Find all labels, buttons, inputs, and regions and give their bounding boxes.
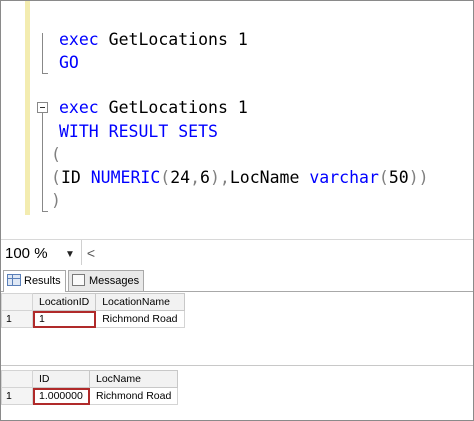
table-row: 1 1 Richmond Road [1,310,185,328]
code-token: ( [51,145,61,164]
code-token: ), [209,168,230,187]
grid1-col-header[interactable]: LocationID [31,293,97,311]
code-token: exec [59,30,99,49]
fold-guide-1 [42,33,43,73]
code-token: exec [59,98,99,117]
table-cell[interactable]: Richmond Road [95,310,185,328]
code-token: 50 [388,168,409,187]
grid2-col-header[interactable]: ID [32,370,90,388]
code-line[interactable]: ( [51,144,61,166]
table-cell[interactable]: Richmond Road [88,387,179,405]
scroll-left-button[interactable]: < [81,240,100,266]
code-token: , [190,168,201,187]
grid2-header-row: ID LocName [1,370,179,388]
grid-separator [1,365,473,366]
code-line[interactable]: exec GetLocations 1 [59,29,248,51]
code-token: varchar [309,168,379,187]
code-token: ( [51,168,61,187]
code-line[interactable]: (ID NUMERIC(24,6),LocName varchar(50)) [51,167,429,189]
tab-results[interactable]: Results [3,270,66,292]
code-token: ) [51,191,61,210]
query-editor[interactable]: exec GetLocations 1 GO exec GetLocations 1… [1,1,473,239]
table-cell-highlighted[interactable]: 1 [31,310,97,328]
code-token: 6 [200,168,210,187]
result-grid-2[interactable]: ID LocName 1 1.000000 Richmond Road [1,370,473,418]
code-line[interactable]: GO [59,52,79,74]
tab-messages[interactable]: Messages [68,270,145,291]
results-tabs: Results Messages [1,267,473,292]
ssms-window: exec GetLocations 1 GO exec GetLocations 1… [0,0,474,421]
code-token: GetLocations 1 [98,98,248,117]
zoom-level[interactable]: 100 % [5,245,48,262]
grid2-col-header[interactable]: LocName [88,370,179,388]
code-token: GetLocations 1 [98,30,248,49]
grid1-col-header[interactable]: LocationName [95,293,185,311]
fold-end-2 [42,211,48,212]
table-row: 1 1.000000 Richmond Road [1,387,179,405]
code-token: LocName [229,168,310,187]
code-line[interactable]: ) [51,190,61,212]
fold-guide-2 [42,113,43,211]
messages-icon [72,274,85,286]
code-token: ( [160,168,171,187]
code-token: WITH RESULT SETS [59,122,218,141]
code-token: )) [408,168,429,187]
code-line[interactable]: exec GetLocations 1 [59,97,248,119]
collapse-toggle-icon[interactable] [37,102,48,113]
code-token: GO [59,53,79,72]
table-cell-highlighted[interactable]: 1.000000 [32,387,90,405]
grid1-header-row: LocationID LocationName [1,293,185,311]
row-number[interactable]: 1 [1,387,33,405]
code-token: ID [60,168,91,187]
code-token: NUMERIC [90,168,161,187]
code-line[interactable]: WITH RESULT SETS [59,121,218,143]
grid1-corner[interactable] [1,293,33,311]
result-grid-1[interactable]: LocationID LocationName 1 1 Richmond Roa… [1,293,473,363]
code-token: ( [378,168,389,187]
grid2-corner[interactable] [1,370,33,388]
tab-messages-label: Messages [89,275,140,287]
fold-end-1 [42,73,48,74]
results-pane: Results Messages LocationID LocationName… [1,265,473,420]
change-margin-bar [25,1,30,215]
zoom-dropdown-icon[interactable]: ▼ [65,249,75,260]
row-number[interactable]: 1 [1,310,33,328]
tab-results-label: Results [24,275,61,287]
code-token: 24 [170,168,191,187]
editor-status-bar: 100 % ▼ < [1,239,473,266]
grid-icon [7,274,21,286]
